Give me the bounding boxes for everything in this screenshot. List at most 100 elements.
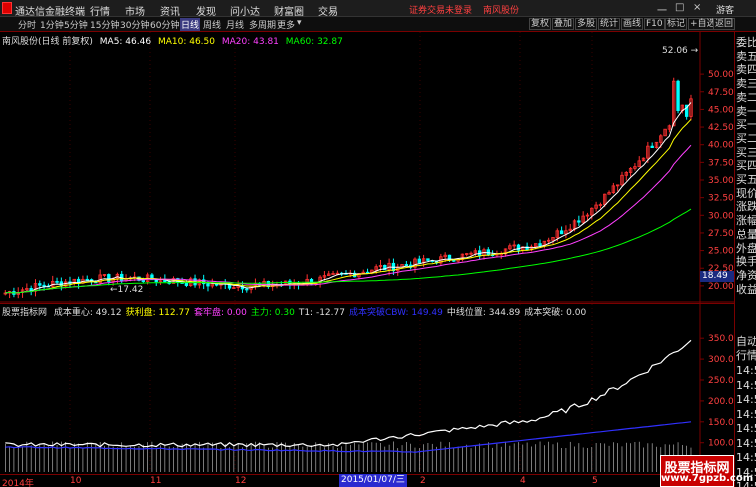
close-button[interactable]: × (693, 2, 701, 13)
f10-button[interactable]: F10 (644, 18, 665, 30)
period-toolbar: 分时 1分钟 5分钟 15分钟 30分钟 60分钟 日线 周线 月线 多周期 更… (0, 17, 756, 32)
price-axis-label: 37.50 (708, 158, 734, 168)
quote-panel-label: 卖一 (736, 104, 756, 118)
period-60min[interactable]: 60分钟 (150, 18, 179, 31)
statistics-button[interactable]: 统计 (598, 18, 621, 30)
candle-body (141, 280, 145, 282)
legend-ma10: MA10: 46.50 (157, 37, 215, 47)
quote-panel-label: 14:5 (736, 422, 756, 435)
quote-panel-label: 买一 (736, 118, 756, 132)
restore-rights-button[interactable]: 复权 (529, 18, 552, 30)
quote-panel-label: 自动 (736, 335, 756, 348)
quote-panel-label: 外盘 (736, 241, 756, 255)
watermark-url: www.7gpzb.com (661, 473, 754, 484)
multi-stock-button[interactable]: 多股 (575, 18, 598, 30)
period-tick[interactable]: 分时 (18, 18, 36, 31)
indicator-axis-label: 100.0 (708, 439, 734, 449)
quote-panel-label: 收益 (736, 282, 756, 296)
quote-panel-label: 14:5 (736, 364, 756, 377)
candle-body (426, 258, 430, 261)
period-more[interactable]: 更多 (277, 18, 295, 31)
price-axis-label: 47.50 (708, 88, 734, 98)
price-axis-label: 30.00 (708, 211, 734, 221)
quote-panel-label: 行情 (736, 349, 756, 362)
indicator-legend-item: T1: -12.77 (298, 308, 345, 318)
quote-panel-label: 买四 (736, 159, 756, 173)
minimize-button[interactable]: 一 (657, 2, 667, 17)
price-axis-label: 32.50 (708, 194, 734, 204)
current-price-tag: 18.49 (700, 271, 734, 282)
indicator-name[interactable]: 股票指标网 (2, 308, 47, 318)
quote-side-panel: 委比 卖五 卖四 卖三 卖二 卖一 买一 买二 买三 买四 买五 现价 涨跌 涨幅 总量 外盘 换手 净资 收益 自动… (734, 32, 756, 487)
price-axis-label: 40.00 (708, 141, 734, 151)
period-monthly[interactable]: 月线 (226, 18, 244, 31)
more-chevron-icon[interactable]: ▾ (297, 18, 302, 28)
price-axis-label: 42.50 (708, 123, 734, 133)
price-axis-label: 50.00 (708, 70, 734, 80)
indicator-legend: 股票指标网 成本重心: 49.12 获利盘: 112.77 套牢盘: 0.00 主力:… (2, 305, 594, 318)
indicator-axis-label: 350.0 (708, 334, 734, 344)
price-axis-label: 45.00 (708, 105, 734, 115)
candle-body (404, 264, 409, 266)
cursor-date-label: 2015/01/07/三 (339, 474, 407, 487)
candle-body (206, 283, 210, 287)
period-30min[interactable]: 30分钟 (120, 18, 149, 31)
period-daily[interactable]: 日线 (180, 18, 201, 31)
draw-line-button[interactable]: 画线 (621, 18, 644, 30)
date-tick-label: 2 (420, 476, 426, 486)
menu-item-news[interactable]: 资讯 (160, 3, 180, 18)
date-tick-label: 11 (150, 476, 162, 486)
ma5-line (5, 102, 692, 294)
candle-body (417, 258, 421, 264)
quote-panel-label: 14:5 (736, 451, 756, 464)
candle-body (676, 80, 680, 112)
cbw-line (5, 421, 692, 453)
main-chart-legend: 南风股份(日线 前复权) MA5: 46.46 MA10: 46.50 MA20… (2, 34, 347, 47)
legend-ma20: MA20: 43.81 (221, 37, 279, 47)
quote-panel-label: 14:5 (736, 436, 756, 450)
price-axis-label: 27.50 (708, 229, 734, 239)
date-tick-label: 5 (592, 476, 598, 486)
menu-item-market[interactable]: 市场 (125, 3, 145, 18)
legend-ma5: MA5: 46.46 (99, 37, 152, 47)
back-button[interactable]: 返回 (713, 18, 736, 30)
login-alert[interactable]: 证券交易未登录 (409, 3, 472, 16)
quote-panel-label: 14:5 (736, 407, 756, 421)
menu-item-trade[interactable]: 交易 (318, 3, 338, 18)
quote-panel-label: 涨跌 (736, 200, 756, 214)
period-multi[interactable]: 多周期 (249, 18, 276, 31)
quote-panel-label: 买五 (736, 173, 756, 186)
quote-panel-label: 14:5 (736, 378, 756, 392)
candle-body (38, 283, 42, 286)
app-logo-icon (2, 2, 12, 14)
legend-stock-name: 南风股份(日线 前复权) (2, 37, 93, 47)
ma10-line (5, 118, 692, 294)
maximize-button[interactable]: □ (675, 2, 684, 13)
menu-item-ask[interactable]: 问小达 (230, 3, 260, 18)
period-weekly[interactable]: 周线 (203, 18, 221, 31)
date-tick-label: 10 (70, 476, 82, 486)
quote-panel-label: 换手 (736, 255, 756, 269)
indicator-axis-label: 150.0 (708, 418, 734, 428)
menu-bar: 通达信金融终端 行情 市场 资讯 发现 问小达 财富圈 交易 证券交易未登录 南… (0, 0, 756, 18)
indicator-legend-item: 主力: 0.30 (250, 308, 295, 318)
midline-position-line (5, 339, 692, 448)
period-1min[interactable]: 1分钟 (40, 18, 64, 31)
kline-chart[interactable]: 50.00 47.50 45.00 42.50 40.00 37.50 35.00 32.50… (0, 32, 734, 474)
candle-body (577, 220, 581, 223)
candle-body (538, 243, 542, 246)
window-controls: 一 □ × (655, 2, 715, 17)
candle-body (559, 230, 564, 235)
date-tick-label: 2014年 (2, 479, 34, 487)
menu-item-wealth[interactable]: 财富圈 (274, 3, 304, 18)
menu-item-quotes[interactable]: 行情 (90, 3, 110, 18)
date-tick-label: 12 (235, 476, 247, 486)
user-label[interactable]: 游客 (716, 3, 734, 16)
period-5min[interactable]: 5分钟 (64, 18, 88, 31)
price-axis-label: 25.00 (708, 247, 734, 257)
overlay-button[interactable]: 叠加 (552, 18, 575, 30)
quote-panel-label: 卖三 (736, 77, 756, 91)
mark-button[interactable]: 标记 (665, 18, 688, 30)
menu-item-discover[interactable]: 发现 (196, 3, 216, 18)
period-15min[interactable]: 15分钟 (90, 18, 119, 31)
